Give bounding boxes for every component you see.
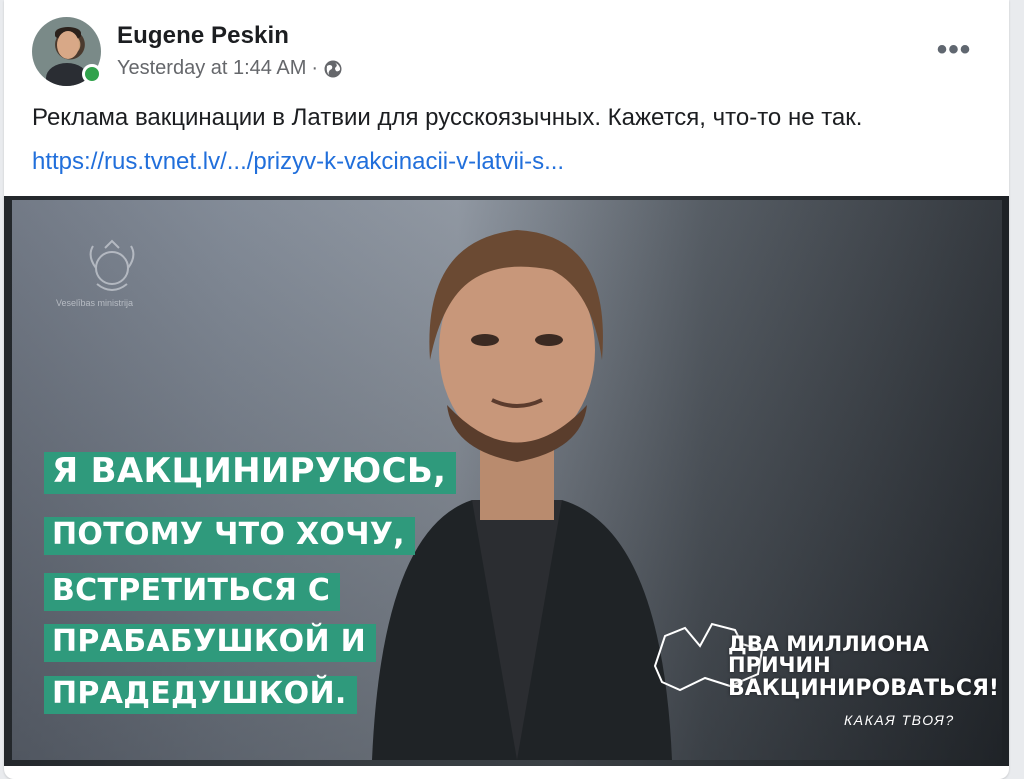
post-link[interactable]: https://rus.tvnet.lv/.../prizyv-k-vakcin…: [32, 148, 564, 176]
slogan-line-2: ПРИЧИН: [728, 653, 831, 677]
post-card: Eugene Peskin Yesterday at 1:44 AM · •••…: [4, 0, 1009, 779]
caption-line-5: ПРАДЕДУШКОЙ.: [44, 676, 357, 714]
emblem-caption: Veselības ministrija: [56, 298, 134, 308]
caption-line-1: Я ВАКЦИНИРУЮСЬ,: [44, 452, 457, 494]
slogan-subline: КАКАЯ ТВОЯ?: [844, 712, 955, 728]
online-status-icon: [82, 64, 102, 84]
meta-separator: ·: [311, 57, 319, 79]
post-meta: Yesterday at 1:44 AM ·: [117, 57, 343, 80]
more-options-button[interactable]: •••: [932, 32, 976, 68]
tv-screen: Veselības ministrija Я ВАКЦИНИРУЮСЬ, ПОТ…: [12, 200, 1002, 760]
globe-icon[interactable]: [323, 59, 343, 79]
post-text: Реклама вакцинации в Латвии для русскояз…: [32, 104, 863, 131]
author-name[interactable]: Eugene Peskin: [117, 22, 289, 50]
caption-line-3: ВСТРЕТИТЬСЯ С: [44, 573, 341, 611]
caption-line-4: ПРАБАБУШКОЙ И: [44, 624, 377, 662]
caption-line-2: ПОТОМУ ЧТО ХОЧУ,: [44, 517, 415, 555]
slogan-line-1: ДВА МИЛЛИОНА: [728, 632, 929, 656]
post-timestamp[interactable]: Yesterday at 1:44 AM: [117, 57, 306, 80]
post-photo[interactable]: Veselības ministrija Я ВАКЦИНИРУЮСЬ, ПОТ…: [4, 196, 1009, 766]
avatar-face: [57, 31, 79, 59]
slogan-line-3: ВАКЦИНИРОВАТЬСЯ!: [728, 676, 999, 701]
